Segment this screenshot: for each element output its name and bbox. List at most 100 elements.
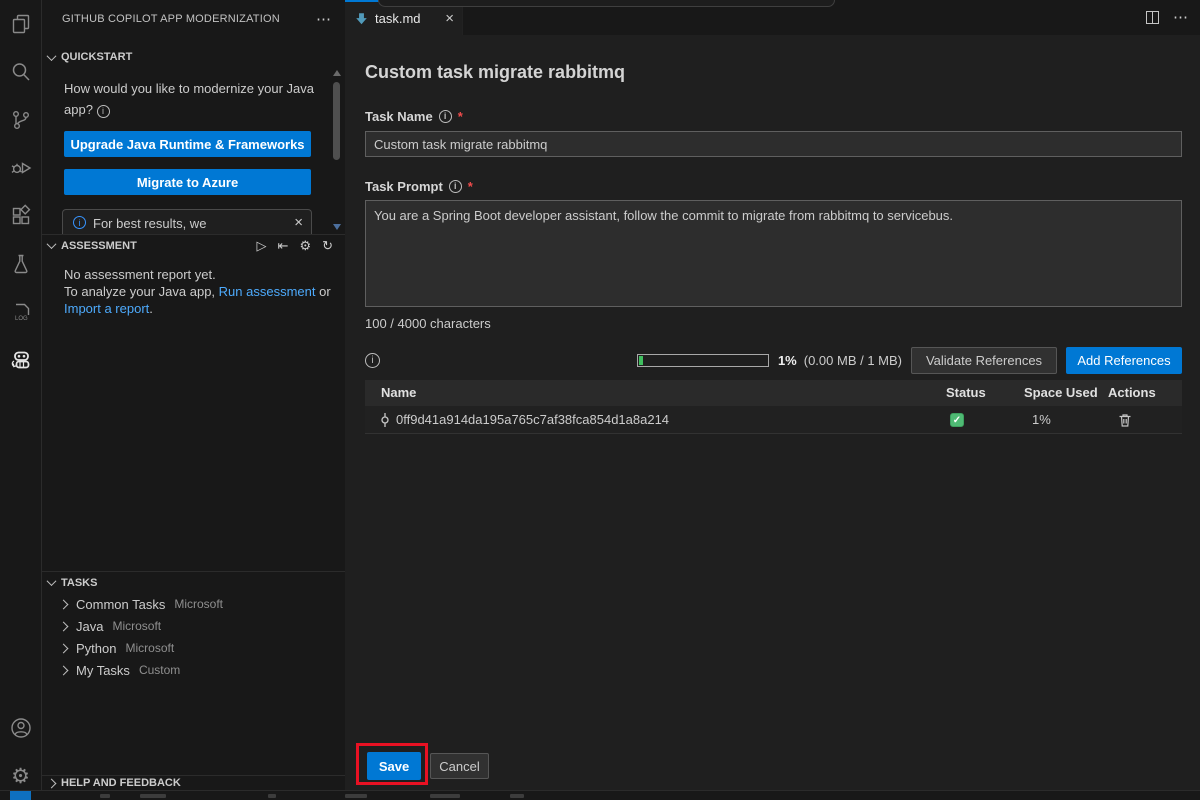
markdown-file-icon (355, 12, 368, 25)
activity-bar: LOG ⚙ (0, 0, 42, 800)
row-space-used: 1% (1032, 406, 1051, 434)
character-count: 100 / 4000 characters (365, 316, 491, 331)
import-report-link[interactable]: Import a report (64, 301, 149, 316)
task-group-name: Java (76, 619, 103, 634)
explorer-icon[interactable] (0, 0, 42, 48)
task-name-label: Task Name (365, 109, 433, 124)
close-icon[interactable]: × (294, 216, 303, 229)
assessment-empty-message: No assessment report yet. To analyze you… (64, 266, 332, 317)
close-tab-icon[interactable]: × (445, 12, 454, 25)
accounts-icon[interactable] (0, 704, 42, 752)
table-row: 0ff9d41a914da195a765c7af38fca854d1a8a214… (365, 406, 1182, 434)
assessment-section-header[interactable]: ASSESSMENT ▷ ⇤ ⚙ ↻ (42, 234, 345, 256)
assessment-actions: ▷ ⇤ ⚙ ↻ (257, 235, 333, 257)
chevron-right-icon (59, 665, 69, 675)
tasks-header-label: TASKS (61, 577, 97, 589)
log-output-icon[interactable]: LOG (0, 288, 42, 336)
sidebar-scrollbar[interactable] (331, 68, 342, 232)
extensions-icon[interactable] (0, 192, 42, 240)
task-prompt-label-row: Task Prompt i * (365, 178, 473, 194)
run-debug-icon[interactable] (0, 144, 42, 192)
status-item-clipped[interactable] (268, 794, 276, 798)
upgrade-java-button[interactable]: Upgrade Java Runtime & Frameworks (64, 131, 311, 157)
assessment-settings-icon[interactable]: ⚙ (299, 238, 311, 254)
column-header-name: Name (381, 380, 416, 406)
task-group-name: Common Tasks (76, 597, 165, 612)
log-icon-label: LOG (15, 316, 28, 322)
info-icon: i (73, 216, 86, 229)
quickstart-notice: i For best results, we × (62, 209, 312, 234)
validate-references-button[interactable]: Validate References (911, 347, 1057, 374)
usage-detail: (0.00 MB / 1 MB) (804, 353, 902, 368)
table-header-row: Name Status Space Used Actions (365, 380, 1182, 406)
column-header-actions: Actions (1108, 380, 1156, 406)
status-item-clipped[interactable] (140, 794, 166, 798)
page-title: Custom task migrate rabbitmq (365, 62, 625, 83)
migrate-to-azure-button[interactable]: Migrate to Azure (64, 169, 311, 195)
gear-glyph: ⚙ (11, 766, 30, 787)
assessment-period: . (149, 301, 153, 316)
task-name-input[interactable] (365, 131, 1182, 157)
usage-percent: 1% (778, 353, 797, 368)
scrollbar-thumb[interactable] (333, 82, 340, 160)
status-checkbox-checked[interactable]: ✓ (950, 413, 964, 427)
tasks-section-header[interactable]: TASKS (42, 571, 345, 593)
info-icon[interactable]: i (365, 353, 380, 368)
status-item-clipped[interactable] (345, 794, 367, 798)
status-item-clipped[interactable] (510, 794, 524, 798)
run-assessment-link[interactable]: Run assessment (219, 284, 316, 299)
cancel-button[interactable]: Cancel (430, 753, 489, 779)
progress-fill (639, 356, 643, 365)
testing-icon[interactable] (0, 240, 42, 288)
task-name-label-row: Task Name i * (365, 108, 463, 124)
quickstart-section-header[interactable]: QUICKSTART (42, 46, 345, 68)
refresh-icon[interactable]: ↻ (322, 238, 333, 254)
column-header-status: Status (946, 380, 986, 406)
import-report-icon[interactable]: ⇤ (278, 238, 289, 254)
required-asterisk: * (468, 179, 473, 194)
status-item-clipped[interactable] (100, 794, 110, 798)
editor-group: task.md × ⋯ Custom task migrate rabbitmq… (345, 0, 1200, 790)
task-group-badge: Custom (139, 663, 180, 677)
run-assessment-icon[interactable]: ▷ (257, 238, 267, 254)
task-group-badge: Microsoft (174, 597, 223, 611)
sidebar-title-row: GITHUB COPILOT APP MODERNIZATION ⋯ (42, 0, 345, 38)
task-prompt-textarea[interactable]: You are a Spring Boot developer assistan… (365, 200, 1182, 307)
info-icon[interactable]: i (439, 110, 452, 123)
sidebar-more-actions-icon[interactable]: ⋯ (316, 12, 331, 27)
assessment-header-label: ASSESSMENT (61, 240, 137, 252)
task-group-common-tasks[interactable]: Common Tasks Microsoft (42, 593, 345, 615)
chevron-right-icon (59, 643, 69, 653)
required-asterisk: * (458, 109, 463, 124)
info-icon[interactable]: i (449, 180, 462, 193)
task-group-my-tasks[interactable]: My Tasks Custom (42, 659, 345, 681)
info-icon[interactable]: i (97, 105, 110, 118)
delete-trash-icon[interactable] (1117, 412, 1133, 428)
app-modernization-icon[interactable] (0, 336, 42, 384)
scroll-down-icon[interactable] (333, 224, 341, 230)
chevron-down-icon (47, 576, 57, 586)
quickstart-header-label: QUICKSTART (61, 51, 132, 63)
split-editor-icon[interactable] (1146, 11, 1159, 24)
column-header-space-used: Space Used (1024, 380, 1098, 406)
assessment-line1: No assessment report yet. (64, 267, 216, 282)
save-button[interactable]: Save (367, 752, 421, 780)
vscode-window: LOG ⚙ GITHUB COPI (0, 0, 1200, 800)
task-group-badge: Microsoft (125, 641, 174, 655)
sidebar: GITHUB COPILOT APP MODERNIZATION ⋯ QUICK… (42, 0, 345, 790)
source-control-icon[interactable] (0, 96, 42, 144)
editor-more-actions-icon[interactable]: ⋯ (1173, 10, 1188, 25)
notice-text: For best results, we (93, 216, 287, 231)
remote-indicator[interactable] (10, 791, 31, 800)
task-group-java[interactable]: Java Microsoft (42, 615, 345, 637)
add-references-button[interactable]: Add References (1066, 347, 1182, 374)
status-item-clipped[interactable] (430, 794, 460, 798)
editor-actions: ⋯ (1146, 0, 1188, 35)
chevron-right-icon (47, 778, 57, 788)
sidebar-title: GITHUB COPILOT APP MODERNIZATION (62, 13, 316, 25)
scroll-up-icon[interactable] (333, 70, 341, 76)
help-feedback-section-header[interactable]: HELP AND FEEDBACK (42, 775, 345, 790)
search-icon[interactable] (0, 48, 42, 96)
task-group-python[interactable]: Python Microsoft (42, 637, 345, 659)
quick-input-box-clipped (378, 0, 835, 7)
